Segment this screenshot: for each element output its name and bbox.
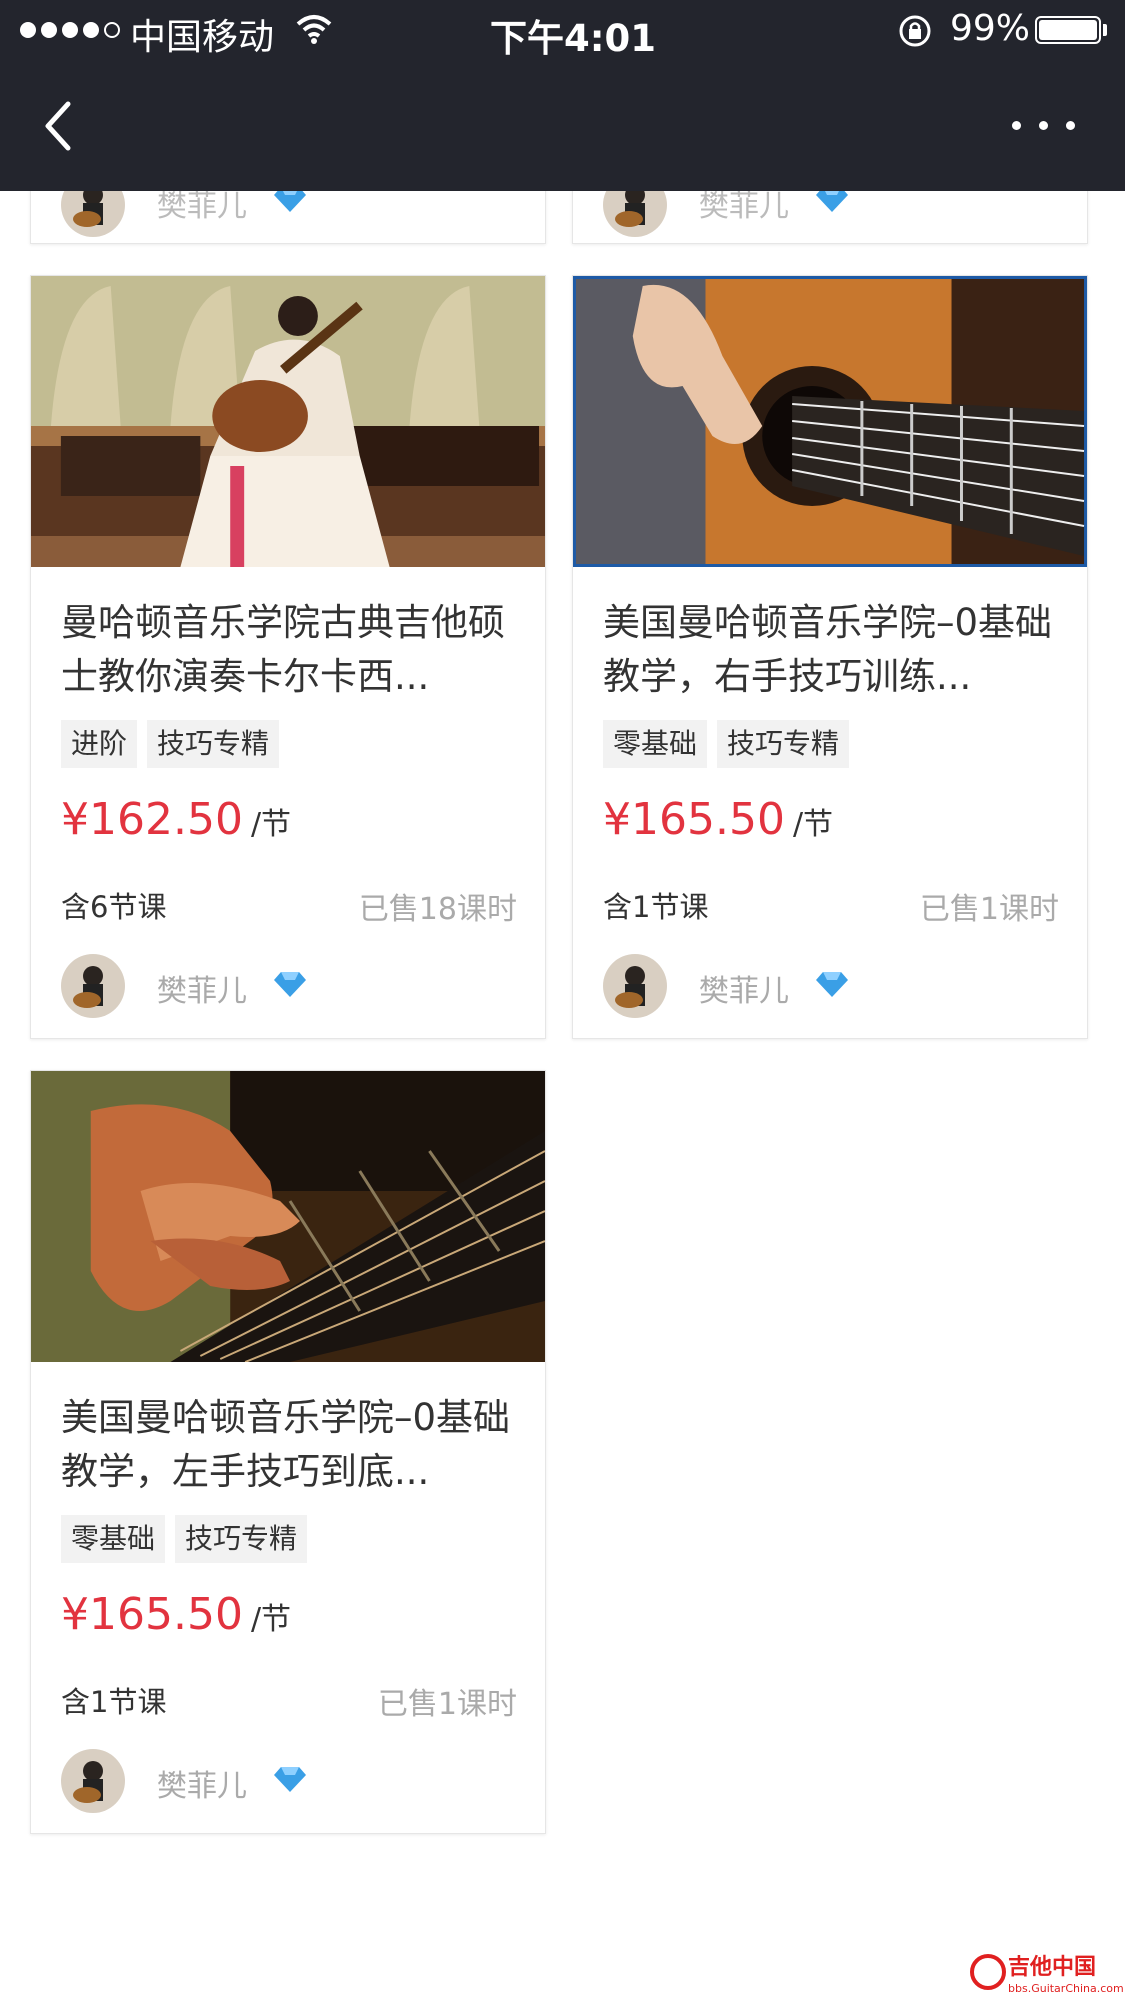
site-watermark: 吉他中国 bbs.GuitarChina.com [970, 1954, 1123, 1995]
lesson-count: 含1节课 [603, 890, 709, 924]
dot-icon [1012, 120, 1021, 130]
sold-count: 已售1课时 [377, 1687, 517, 1722]
more-options-button[interactable] [1012, 108, 1084, 142]
status-bar: 中国移动 下午4:01 99% [0, 0, 1125, 62]
price-unit: /节 [792, 807, 834, 842]
price-value: ¥165.50 [603, 794, 785, 845]
course-thumbnail [31, 276, 545, 567]
course-tag: 零基础 [61, 1515, 166, 1563]
course-price: ¥162.50/节 [61, 794, 291, 845]
course-price: ¥165.50/节 [603, 794, 833, 845]
battery-tip [1103, 24, 1107, 36]
price-unit: /节 [250, 807, 292, 842]
sold-count: 已售1课时 [919, 892, 1059, 927]
course-thumbnail [31, 1071, 545, 1362]
course-title: 美国曼哈顿音乐学院–0基础教学，右手技巧训练... [603, 601, 1053, 698]
price-unit: /节 [250, 1602, 292, 1637]
price-value: ¥162.50 [61, 794, 243, 845]
course-tags: 零基础 技巧专精 [61, 1515, 308, 1563]
carrier-name: 中国移动 [130, 17, 275, 58]
course-title: 曼哈顿音乐学院古典吉他硕士教你演奏卡尔卡西... [61, 601, 505, 698]
battery-icon [1035, 16, 1101, 44]
course-tags: 零基础 技巧专精 [603, 720, 850, 768]
diamond-icon [274, 1767, 306, 1792]
course-tag: 零基础 [603, 720, 708, 768]
course-title: 美国曼哈顿音乐学院–0基础教学，左手技巧到底... [61, 1396, 511, 1493]
price-value: ¥165.50 [61, 1589, 243, 1640]
dot-icon [1066, 120, 1075, 130]
course-tags: 进阶 技巧专精 [61, 720, 280, 768]
course-card[interactable]: 美国曼哈顿音乐学院–0基础教学，左手技巧到底... 零基础 技巧专精 ¥165.… [30, 1070, 546, 1834]
diamond-icon [816, 972, 848, 997]
dot-icon [1039, 120, 1048, 130]
orientation-lock-icon [899, 15, 931, 47]
author-avatar [61, 954, 125, 1018]
course-tag: 技巧专精 [147, 720, 280, 768]
watermark-url: bbs.GuitarChina.com [1008, 1982, 1123, 1995]
sold-count: 已售18课时 [358, 892, 517, 927]
author-name: 樊菲儿 [699, 974, 789, 1009]
signal-strength-icon [20, 22, 120, 38]
clock: 下午4:01 [490, 17, 657, 60]
course-card[interactable]: 曼哈顿音乐学院古典吉他硕士教你演奏卡尔卡西... 进阶 技巧专精 ¥162.50… [30, 275, 546, 1039]
course-card[interactable]: 美国曼哈顿音乐学院–0基础教学，右手技巧训练... 零基础 技巧专精 ¥165.… [572, 275, 1088, 1039]
diamond-icon [274, 972, 306, 997]
watermark-title: 吉他中国 [1008, 1954, 1096, 1980]
back-button[interactable] [40, 98, 80, 154]
author-avatar [603, 954, 667, 1018]
author-avatar [61, 1749, 125, 1813]
course-tag: 进阶 [61, 720, 138, 768]
battery-percentage: 99% [950, 8, 1031, 49]
course-thumbnail [573, 276, 1087, 567]
author-name: 樊菲儿 [157, 1769, 247, 1804]
lesson-count: 含6节课 [61, 890, 167, 924]
author-name: 樊菲儿 [157, 974, 247, 1009]
lesson-count: 含1节课 [61, 1685, 167, 1719]
top-bar: 中国移动 下午4:01 99% [0, 0, 1125, 191]
course-tag: 技巧专精 [717, 720, 850, 768]
course-price: ¥165.50/节 [61, 1589, 291, 1640]
course-tag: 技巧专精 [175, 1515, 308, 1563]
wifi-icon [296, 15, 332, 44]
